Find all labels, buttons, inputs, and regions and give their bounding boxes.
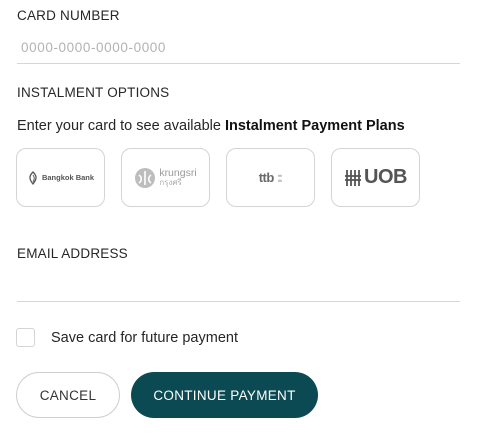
bangkok-bank-logo-text: Bangkok Bank xyxy=(41,173,95,182)
instalment-hint-bold: Instalment Payment Plans xyxy=(224,118,405,134)
bank-option-krungsri[interactable]: krungsri กรุงศรี xyxy=(121,148,210,207)
ttb-logo-text: ttb xyxy=(258,170,275,185)
uob-logo-text: UOB xyxy=(364,166,407,188)
krungsri-logo: krungsri กรุงศรี xyxy=(134,166,197,189)
krungsri-logo-text: krungsri xyxy=(159,166,197,179)
krungsri-logo-subtext: กรุงศรี xyxy=(159,177,182,187)
bank-option-bangkok-bank[interactable]: Bangkok Bank xyxy=(16,148,105,207)
ttb-logo: ttb ttb ttb xyxy=(259,170,283,185)
instalment-hint: Enter your card to see available Instalm… xyxy=(17,118,405,134)
save-card-label[interactable]: Save card for future payment xyxy=(51,330,238,346)
krungsri-logo-icon xyxy=(135,167,156,188)
bank-options: Bangkok Bank krungsri กรุงศรี ttb ttb tt… xyxy=(16,148,420,207)
email-address-label: EMAIL ADDRESS xyxy=(17,246,128,261)
uob-logo-icon xyxy=(345,169,362,186)
card-number-label: CARD NUMBER xyxy=(17,8,120,23)
bank-option-ttb[interactable]: ttb ttb ttb xyxy=(226,148,315,207)
instalment-hint-prefix: Enter your card to see available xyxy=(17,118,225,134)
bangkok-bank-logo: Bangkok Bank xyxy=(27,170,95,185)
save-card-checkbox[interactable] xyxy=(16,328,35,347)
uob-logo: UOB xyxy=(344,166,407,189)
ttb-logo-sub2: ttb xyxy=(277,177,283,183)
bank-option-uob[interactable]: UOB xyxy=(331,148,420,207)
email-address-input[interactable] xyxy=(17,270,460,302)
instalment-options-label: INSTALMENT OPTIONS xyxy=(17,85,170,100)
bangkok-bank-logo-icon xyxy=(29,170,37,185)
card-number-input[interactable] xyxy=(17,32,460,64)
cancel-button[interactable]: CANCEL xyxy=(16,372,120,418)
continue-payment-button[interactable]: CONTINUE PAYMENT xyxy=(131,372,318,418)
